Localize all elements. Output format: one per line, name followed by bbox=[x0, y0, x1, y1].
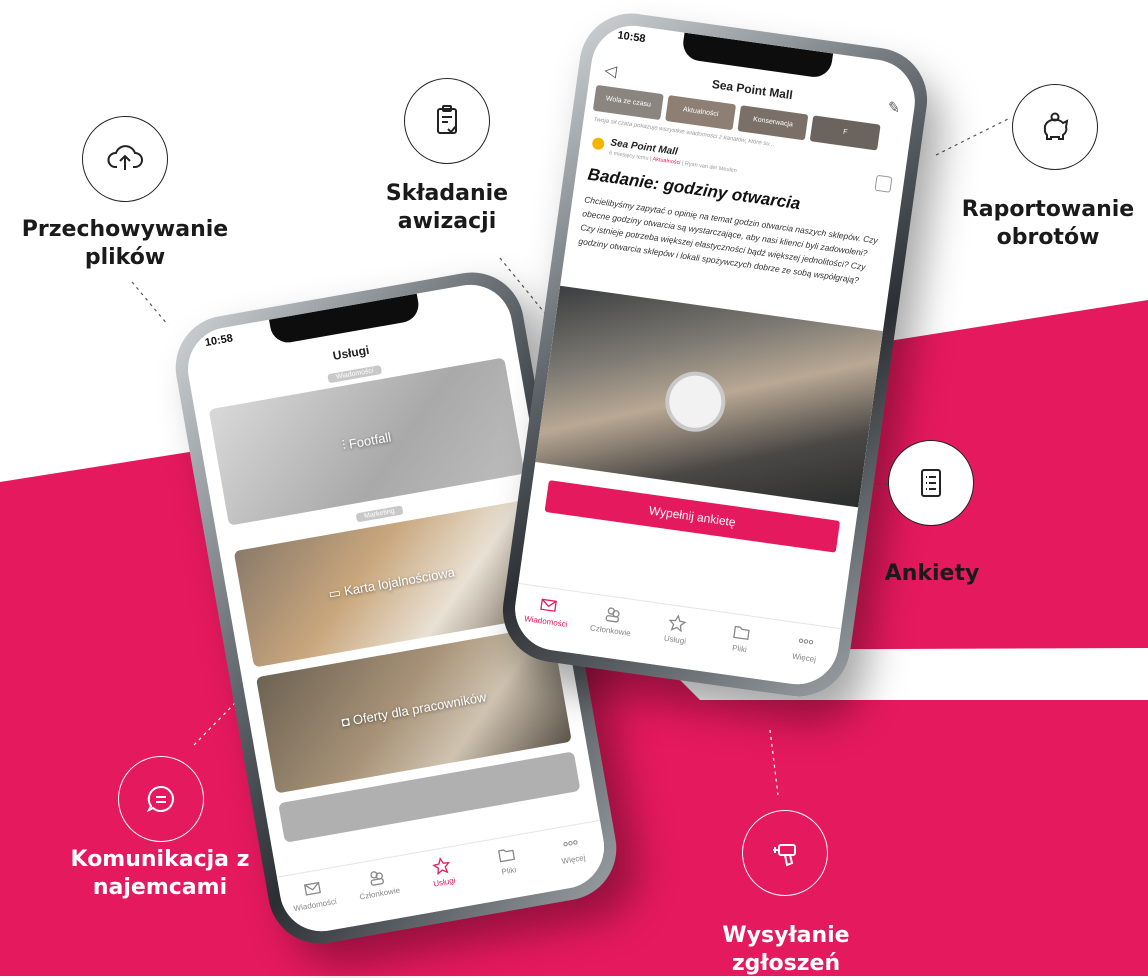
channel-chip[interactable]: F bbox=[809, 115, 881, 151]
clipboard-check-icon bbox=[404, 78, 490, 164]
feature-label-tickets: Wysyłanie zgłoszeń bbox=[722, 923, 850, 976]
list-icon bbox=[888, 440, 974, 526]
envelope-icon bbox=[303, 881, 321, 896]
service-card-footfall[interactable]: ⫶ Footfall bbox=[208, 357, 525, 526]
tab-messages[interactable]: Wiadomości bbox=[520, 593, 574, 630]
chat-bubble-icon bbox=[118, 756, 204, 842]
members-icon bbox=[370, 871, 385, 886]
bookmark-icon[interactable] bbox=[874, 174, 893, 193]
members-icon bbox=[605, 607, 620, 623]
edit-pencil-icon[interactable]: ✎ bbox=[886, 98, 901, 118]
piggy-bank-icon bbox=[1012, 84, 1098, 170]
tab-services[interactable]: Usługi bbox=[415, 853, 469, 891]
tab-members[interactable]: Członkowie bbox=[585, 602, 639, 639]
section-label: Marketing bbox=[355, 505, 404, 523]
star-icon bbox=[668, 614, 687, 633]
folder-icon bbox=[733, 625, 750, 641]
tab-files[interactable]: Pliki bbox=[480, 841, 534, 879]
folder-icon bbox=[497, 849, 515, 863]
location-pin-icon bbox=[591, 136, 606, 151]
tab-messages[interactable]: Wiadomości bbox=[286, 876, 340, 914]
feature-label-storage: Przechowywanie plików bbox=[21, 217, 229, 270]
cloud-upload-icon bbox=[82, 116, 168, 202]
star-icon bbox=[432, 857, 450, 876]
feature-label-notices: Składanie awizacji bbox=[385, 181, 509, 234]
feature-label-reporting: Raportowanie obrotów bbox=[961, 197, 1135, 250]
right-phone-screen: 10:58 ◁ Sea Point Mall ✎ Wola ze czasu A… bbox=[509, 20, 921, 690]
tab-more[interactable]: Więcej bbox=[544, 830, 598, 868]
watch-face bbox=[661, 367, 730, 436]
status-time: 10:58 bbox=[204, 332, 234, 350]
tab-services[interactable]: Usługi bbox=[650, 611, 704, 648]
tab-members[interactable]: Członkowie bbox=[351, 864, 405, 902]
more-dots-icon bbox=[563, 840, 578, 847]
feature-label-surveys: Ankiety bbox=[884, 561, 980, 586]
more-dots-icon bbox=[799, 638, 814, 645]
post-image-watch bbox=[535, 285, 883, 508]
tab-more[interactable]: Więcej bbox=[779, 629, 833, 666]
drill-icon bbox=[742, 810, 828, 896]
tab-files[interactable]: Pliki bbox=[714, 620, 768, 657]
status-time: 10:58 bbox=[616, 29, 647, 46]
channel-chip[interactable]: Wola ze czasu bbox=[592, 84, 664, 121]
feature-label-communication: Komunikacja z najemcami bbox=[70, 847, 250, 900]
envelope-icon bbox=[539, 598, 557, 612]
channel-chip[interactable]: Konserwacja bbox=[737, 105, 809, 141]
channel-chip[interactable]: Aktualności bbox=[665, 95, 737, 131]
